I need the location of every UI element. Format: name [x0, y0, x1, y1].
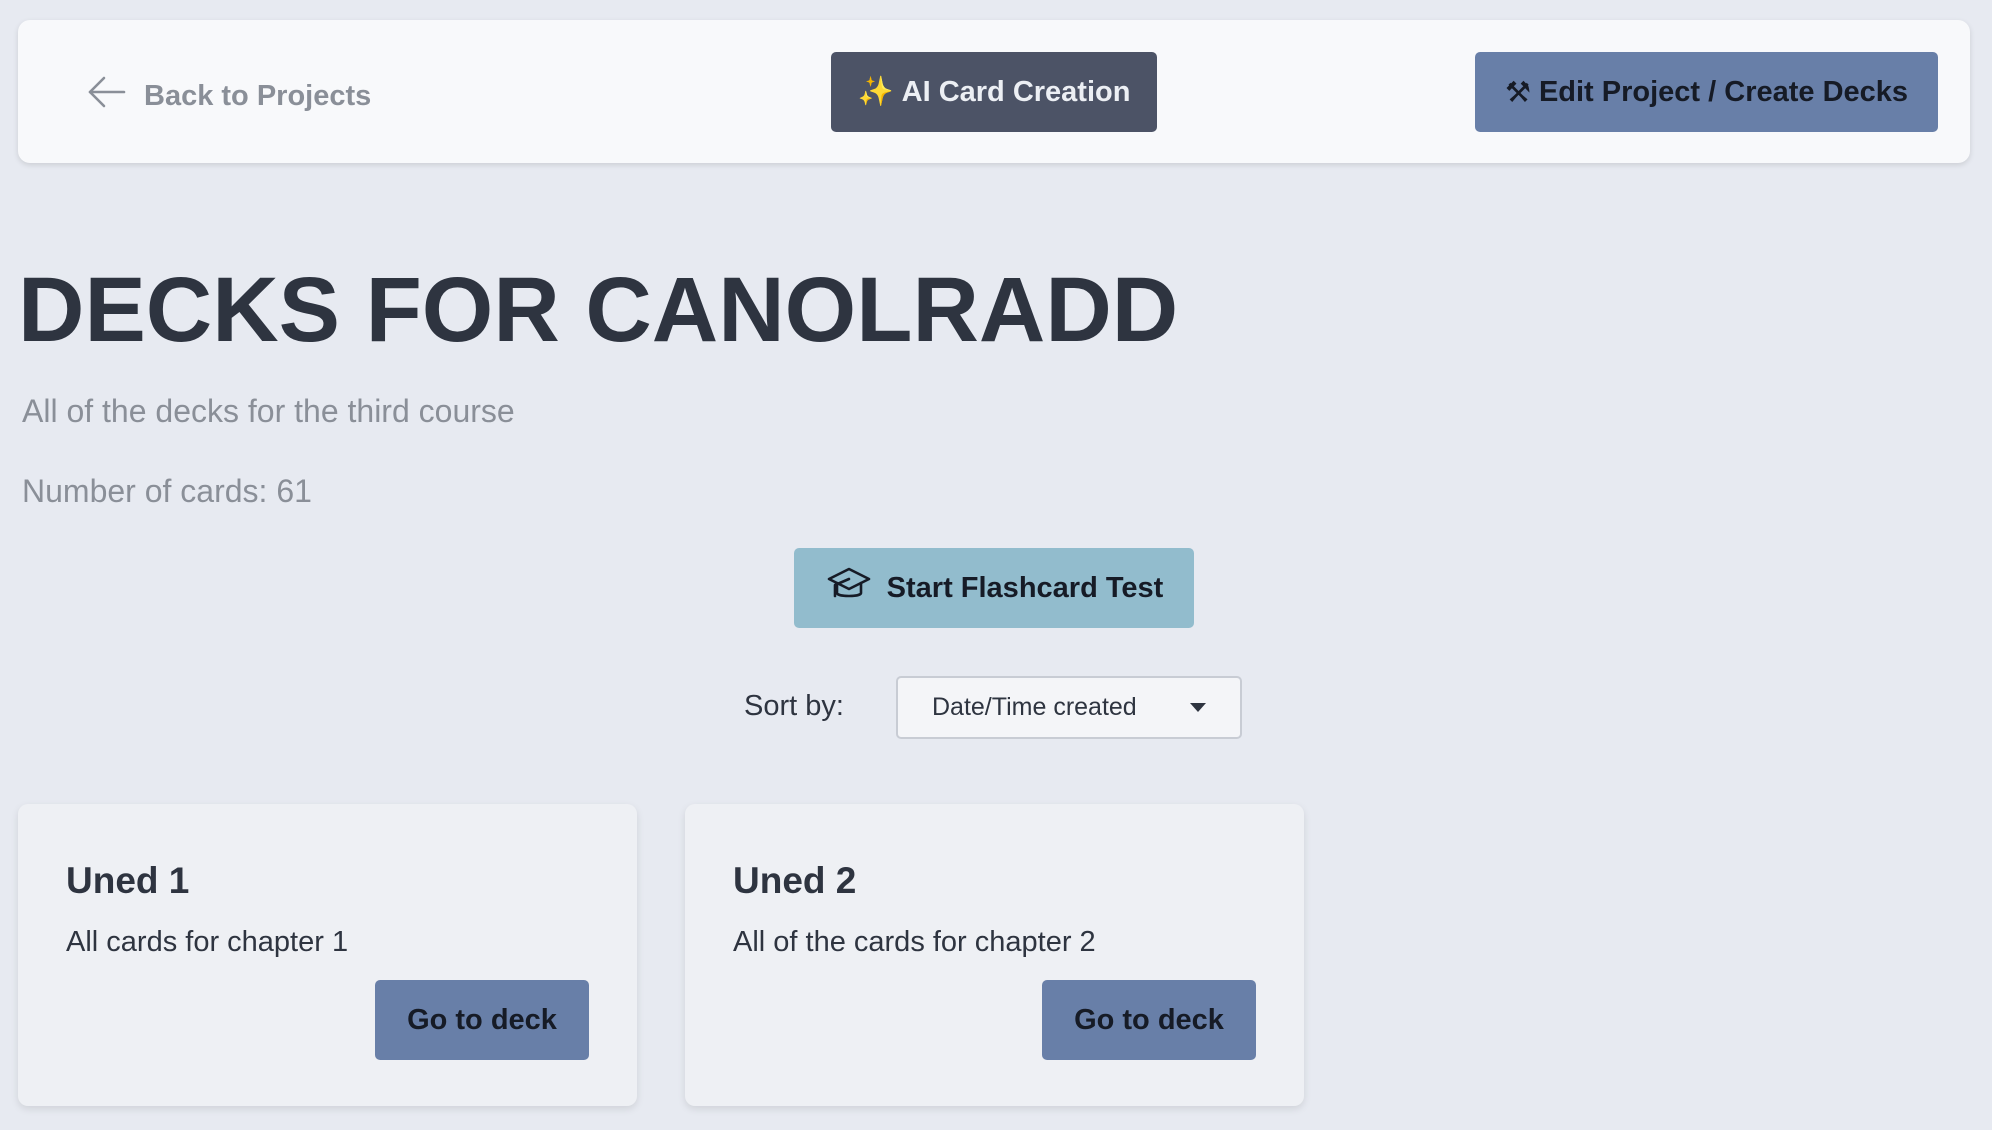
- go-to-deck-button[interactable]: Go to deck: [375, 980, 589, 1060]
- start-flashcard-test-label: Start Flashcard Test: [886, 571, 1164, 604]
- sparkles-icon: ✨: [857, 76, 894, 108]
- graduation-cap-icon: [825, 560, 873, 616]
- chevron-down-icon: [1190, 703, 1206, 712]
- deck-description: All cards for chapter 1: [66, 926, 349, 958]
- deck-description: All of the cards for chapter 2: [733, 926, 1096, 958]
- ai-card-creation-label: AI Card Creation: [901, 75, 1131, 108]
- top-navigation-bar: Back to Projects ✨ AI Card Creation ⚒ Ed…: [18, 20, 1970, 163]
- start-flashcard-test-button[interactable]: Start Flashcard Test: [794, 548, 1194, 628]
- sort-label: Sort by:: [744, 690, 844, 722]
- edit-project-label: Edit Project / Create Decks: [1538, 75, 1909, 108]
- back-to-projects-label: Back to Projects: [144, 79, 372, 112]
- arrow-left-icon: [86, 71, 128, 121]
- project-description: All of the decks for the third course: [22, 393, 515, 429]
- deck-card: Uned 2 All of the cards for chapter 2 Go…: [685, 804, 1304, 1106]
- edit-project-button[interactable]: ⚒ Edit Project / Create Decks: [1475, 52, 1938, 132]
- back-to-projects-link[interactable]: Back to Projects: [86, 72, 371, 120]
- deck-title: Uned 2: [733, 860, 857, 901]
- sort-selected-value: Date/Time created: [932, 693, 1137, 721]
- page-title: DECKS FOR CANOLRADD: [18, 259, 1179, 361]
- deck-card: Uned 1 All cards for chapter 1 Go to dec…: [18, 804, 637, 1106]
- card-count: Number of cards: 61: [22, 473, 312, 509]
- sort-select[interactable]: Date/Time created: [896, 676, 1242, 739]
- ai-card-creation-button[interactable]: ✨ AI Card Creation: [831, 52, 1157, 132]
- go-to-deck-button[interactable]: Go to deck: [1042, 980, 1256, 1060]
- hammer-wrench-icon: ⚒: [1504, 76, 1531, 109]
- deck-title: Uned 1: [66, 860, 190, 901]
